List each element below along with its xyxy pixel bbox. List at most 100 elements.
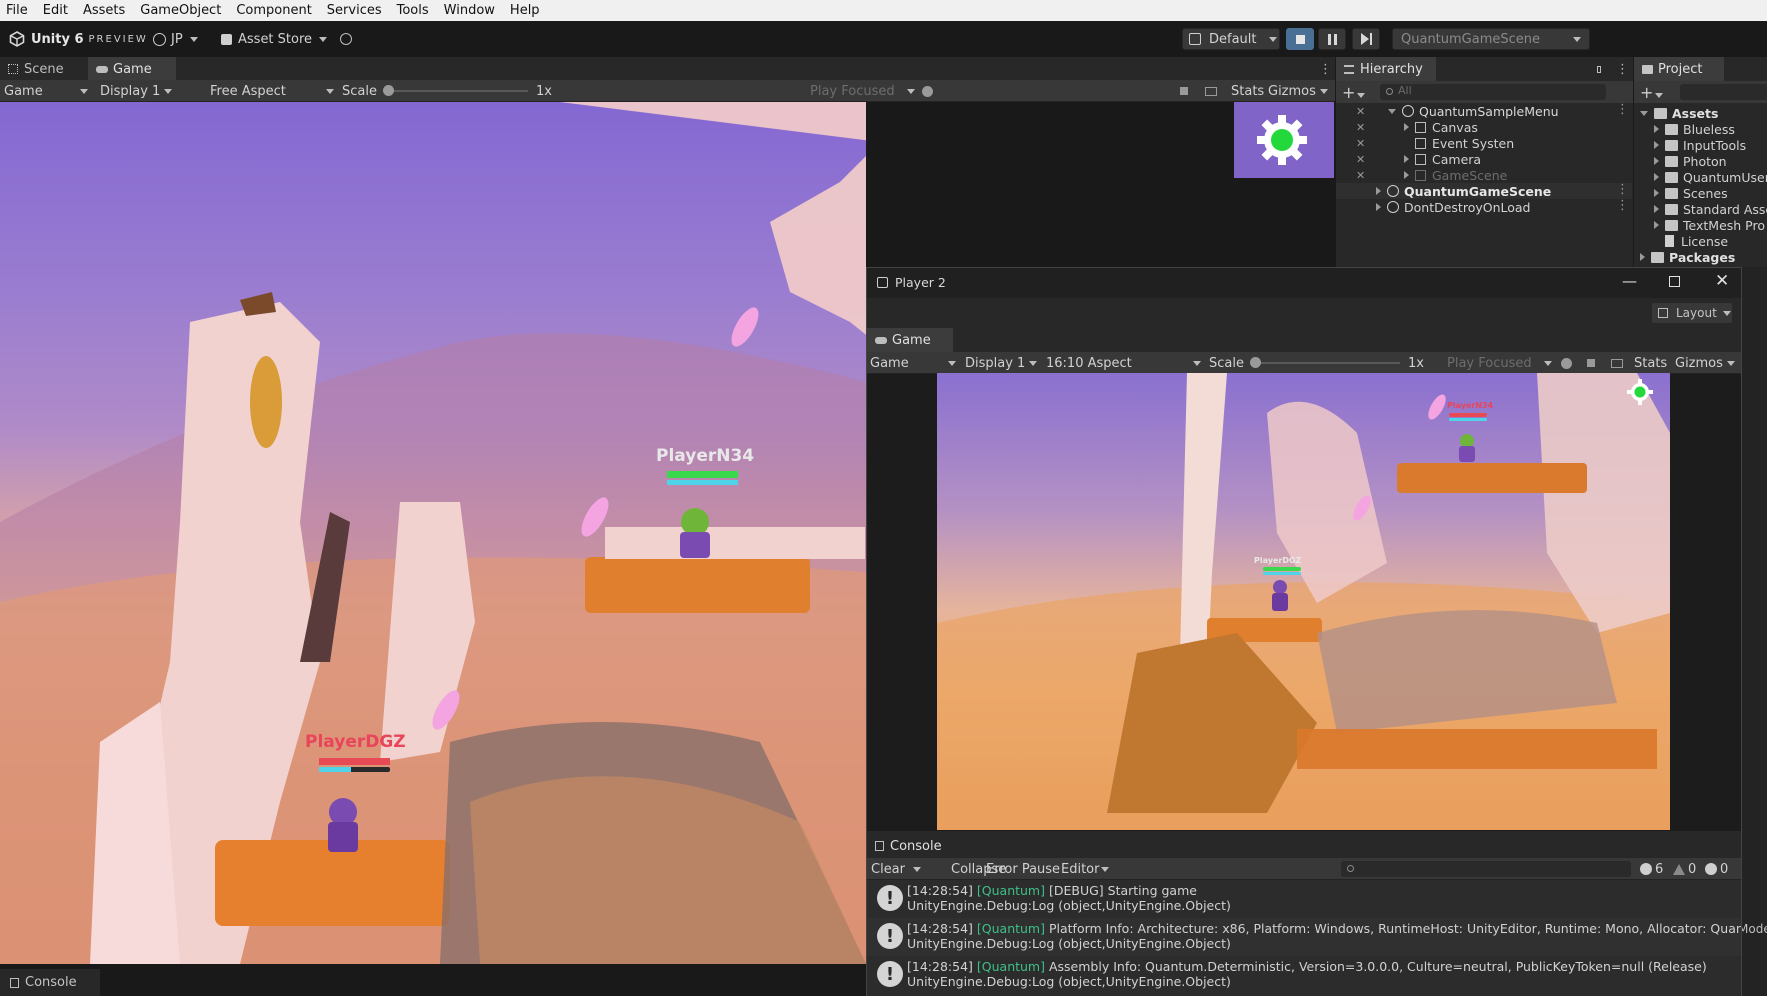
menu-gameobject[interactable]: GameObject [140, 3, 221, 18]
aspect-dropdown[interactable]: Free Aspect [210, 80, 334, 102]
scene-dropdown[interactable]: QuantumGameScene [1392, 28, 1590, 50]
project-file[interactable]: License [1665, 233, 1728, 249]
info-count-toggle[interactable]: 6 [1640, 858, 1663, 880]
keyboard-icon[interactable] [1611, 352, 1623, 374]
maximize-icon[interactable] [1669, 276, 1680, 287]
game-view-main[interactable]: PlayerN34 PlayerDGZ [0, 102, 866, 964]
p2-play-focused-label: Play Focused [1447, 355, 1532, 371]
console-log-entry[interactable]: ! [14:28:54] [Quantum] Platform Info: Ar… [867, 918, 1741, 956]
console-log-entry[interactable]: ! [14:28:54] [Quantum] Assembly Info: Qu… [867, 956, 1741, 994]
project-folder[interactable]: Standard Asset [1654, 201, 1767, 217]
tab-hierarchy[interactable]: Hierarchy [1336, 57, 1436, 81]
hierarchy-item[interactable]: Canvas [1336, 119, 1632, 135]
display-dropdown[interactable]: Display 1 [100, 80, 172, 102]
stats-button[interactable]: Stats [1231, 80, 1264, 102]
cloud-settings-button[interactable] [340, 28, 352, 50]
kebab-icon[interactable]: ⋮ [1616, 102, 1629, 117]
bug-icon[interactable] [1561, 352, 1572, 374]
tab-scene[interactable]: Scene [0, 57, 88, 81]
console-log-entry[interactable]: ! [14:28:54] [Quantum] [DEBUG] Starting … [867, 880, 1741, 918]
project-folder[interactable]: Blueless [1654, 121, 1735, 137]
visibility-icon[interactable]: ✕ [1356, 105, 1365, 118]
hierarchy-search-input[interactable]: All [1380, 84, 1606, 100]
kebab-icon[interactable]: ⋮ [1616, 182, 1629, 197]
tab-console[interactable]: Console [867, 834, 957, 858]
play-button[interactable] [1286, 28, 1314, 50]
close-icon[interactable]: ✕ [1715, 271, 1729, 291]
visibility-icon[interactable]: ✕ [1356, 137, 1365, 150]
lock-icon[interactable] [1589, 57, 1609, 81]
scale-slider-p2[interactable]: Scale 1x [1209, 352, 1424, 374]
add-icon[interactable]: + [1342, 83, 1366, 102]
hierarchy-item[interactable]: Event Systen [1336, 135, 1632, 151]
gizmos-dropdown-p2[interactable]: Gizmos [1675, 352, 1735, 374]
audio-icon[interactable] [1180, 80, 1188, 102]
health-bar-p2 [1263, 567, 1301, 571]
console-clear-dropdown[interactable]: Clear [871, 858, 921, 880]
project-search-input[interactable] [1680, 84, 1767, 100]
unity-logo[interactable]: Unity 6 PREVIEW [9, 28, 148, 50]
tab-console-main[interactable]: Console [0, 969, 100, 996]
play-focused-dropdown-p2[interactable]: Play Focused [1447, 352, 1552, 374]
minimize-icon[interactable]: — [1622, 272, 1637, 290]
tab-game-p2[interactable]: Game [867, 328, 953, 352]
kebab-icon[interactable]: ⋮ [1616, 198, 1629, 213]
project-folder[interactable]: QuantumUser [1654, 169, 1767, 185]
menu-tools[interactable]: Tools [397, 3, 429, 18]
hierarchy-item[interactable]: DontDestroyOnLoad [1336, 199, 1632, 215]
tab-project[interactable]: Project [1634, 57, 1724, 81]
game-mode-dropdown[interactable]: Game [4, 80, 88, 102]
tab-game[interactable]: Game [88, 57, 176, 81]
hierarchy-item[interactable]: Camera [1336, 151, 1632, 167]
project-folder[interactable]: Scenes [1654, 185, 1728, 201]
gizmos-dropdown[interactable]: Gizmos [1268, 80, 1328, 102]
menu-file[interactable]: File [6, 3, 28, 18]
console-editor-dropdown[interactable]: Editor [1061, 858, 1109, 880]
keyboard-icon[interactable] [1205, 80, 1217, 102]
menu-services[interactable]: Services [327, 3, 382, 18]
menu-edit[interactable]: Edit [43, 3, 68, 18]
hierarchy-item[interactable]: QuantumGameScene [1336, 183, 1632, 199]
error-count-toggle[interactable]: 0 [1705, 858, 1728, 880]
menu-help[interactable]: Help [510, 3, 540, 18]
project-folder[interactable]: Photon [1654, 153, 1727, 169]
console-search-input[interactable] [1341, 861, 1631, 877]
game-mode-dropdown-p2[interactable]: Game [870, 352, 956, 374]
warn-count-toggle[interactable]: 0 [1673, 858, 1696, 880]
game-view-player2[interactable]: PlayerN34 PlayerDGZ [937, 373, 1670, 830]
scale-slider[interactable]: Scale 1x [342, 80, 552, 102]
account-dropdown[interactable]: JP [153, 28, 198, 50]
stats-button-p2[interactable]: Stats [1634, 352, 1667, 374]
menu-component[interactable]: Component [236, 3, 311, 18]
audio-icon[interactable] [1587, 352, 1595, 374]
visibility-icon[interactable]: ✕ [1356, 121, 1365, 134]
project-folder[interactable]: InputTools [1654, 137, 1746, 153]
hierarchy-item[interactable]: GameScene [1336, 167, 1632, 183]
asset-store-button[interactable]: Asset Store [221, 28, 328, 50]
project-packages-root[interactable]: Packages [1640, 249, 1735, 265]
step-button[interactable] [1352, 28, 1380, 50]
gear-overlay[interactable] [1234, 102, 1334, 178]
add-icon[interactable]: + [1640, 83, 1664, 102]
play-focused-dropdown[interactable]: Play Focused [810, 80, 915, 102]
menu-assets[interactable]: Assets [83, 3, 125, 18]
project-folder[interactable]: TextMesh Pro [1654, 217, 1765, 233]
panel-menu-button[interactable]: ⋮ [1311, 57, 1332, 81]
scale-thumb[interactable] [382, 85, 394, 96]
scale-thumb[interactable] [1249, 357, 1261, 368]
folder-icon [1665, 187, 1678, 199]
kebab-icon[interactable]: ⋮ [1608, 57, 1629, 81]
layout-dropdown-p2[interactable]: Layout [1652, 303, 1732, 323]
project-assets-root[interactable]: Assets [1640, 105, 1718, 121]
layout-dropdown[interactable]: Default [1182, 28, 1280, 50]
visibility-icon[interactable]: ✕ [1356, 153, 1365, 166]
visibility-icon[interactable]: ✕ [1356, 169, 1365, 182]
display-dropdown-p2[interactable]: Display 1 [965, 352, 1037, 374]
bug-icon[interactable] [922, 80, 933, 102]
hierarchy-item[interactable]: QuantumSampleMenu [1336, 103, 1632, 119]
console-error-pause-button[interactable]: Error Pause [986, 858, 1060, 880]
player2-titlebar[interactable]: Player 2 — ✕ [867, 268, 1741, 298]
menu-window[interactable]: Window [444, 3, 495, 18]
pause-button[interactable] [1318, 28, 1346, 50]
aspect-dropdown-p2[interactable]: 16:10 Aspect [1046, 352, 1201, 374]
